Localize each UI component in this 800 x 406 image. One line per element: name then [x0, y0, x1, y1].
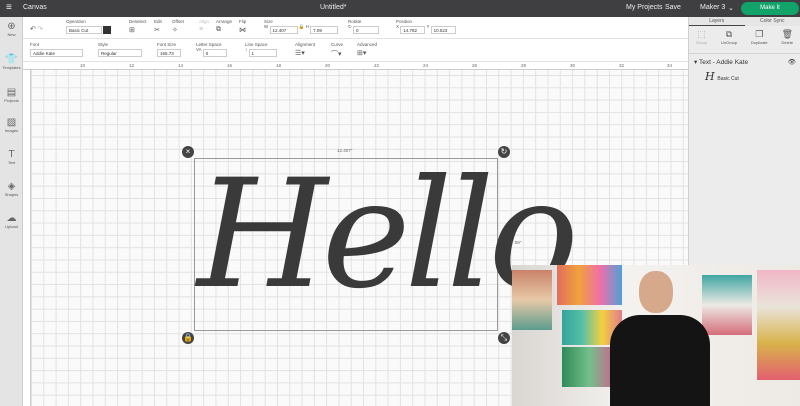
rotate-icon: ↻ [348, 24, 352, 29]
alignment-button[interactable]: ☰▾ [295, 49, 305, 57]
text-toolbar: Font Addie Kate Style Regular Font Size 165… [23, 40, 688, 62]
trash-icon: 🗑 [781, 29, 793, 39]
layer-group[interactable]: ▾ Text - Addie Kate 👁 [689, 54, 800, 70]
rotate-label: Rotate [348, 19, 362, 24]
vertical-ruler [23, 70, 31, 406]
align-label: Align [199, 19, 210, 24]
height-dimension: 7.09" [511, 240, 522, 245]
shapes-icon: ◈ [7, 181, 16, 192]
x-label: X [396, 24, 400, 29]
my-projects-link[interactable]: My Projects [626, 4, 663, 11]
image-icon: ▨ [6, 117, 17, 128]
w-label: W [264, 24, 269, 29]
hello-text-object[interactable]: Hello [197, 140, 579, 330]
align-button[interactable]: ≡ [199, 26, 203, 33]
duplicate-icon: ❐ [755, 29, 764, 39]
sidebar-item-upload[interactable]: ☁ Upload [0, 213, 23, 229]
edit-toolbar: ↶ ↷ Operation Basic Cut Deselect ⊞ Edit ✂ O… [23, 17, 688, 39]
deselect-button[interactable]: ⊞ [129, 26, 135, 34]
edit-button[interactable]: ✂ [154, 26, 160, 34]
eye-icon[interactable]: 👁 [788, 58, 796, 66]
line-space-label: Line Space [245, 42, 268, 47]
font-size-label: Font Size [157, 42, 177, 47]
font-label: Font [30, 42, 40, 47]
save-button[interactable]: Save [665, 4, 681, 11]
font-select[interactable]: Addie Kate [30, 49, 83, 57]
edit-label: Edit [154, 19, 162, 24]
top-bar: ≡ Canvas Untitled* My Projects Save Make… [0, 0, 800, 17]
width-input[interactable]: 12.407 [269, 26, 298, 34]
deselect-label: Deselect [129, 19, 147, 24]
width-dimension: 12.407" [337, 148, 353, 153]
style-select[interactable]: Regular [98, 49, 142, 57]
document-title[interactable]: Untitled* [320, 4, 346, 11]
curve-label: Curve [331, 42, 344, 47]
arrange-button[interactable]: ⧉ [216, 26, 221, 34]
font-size-input[interactable]: 165.73 [157, 49, 181, 57]
y-label: Y [426, 24, 430, 29]
upload-icon: ☁ [6, 213, 17, 224]
advanced-label: Advanced [357, 42, 378, 47]
rotate-input[interactable]: 0 [353, 26, 380, 34]
style-label: Style [98, 42, 109, 47]
resize-handle-icon[interactable]: ⤡ [498, 332, 510, 344]
layer-item-label: Basic Cut [717, 76, 739, 82]
letter-space-icon: VA [196, 47, 202, 52]
webcam-overlay [512, 265, 800, 406]
sidebar-item-images[interactable]: ▨ Images [0, 117, 23, 133]
undo-icon[interactable]: ↶ [30, 25, 36, 33]
sidebar-item-templates[interactable]: 👕 Templates [0, 54, 23, 70]
redo-icon[interactable]: ↷ [37, 25, 43, 33]
make-it-button[interactable]: Make It [741, 2, 799, 15]
group-button[interactable]: ⬚ Group [696, 29, 707, 50]
shirt-icon: 👕 [5, 54, 18, 65]
app-title: Canvas [23, 4, 47, 11]
tab-color-sync[interactable]: Color Sync [745, 17, 800, 26]
x-input[interactable]: 14.782 [400, 26, 426, 34]
sidebar-item-new[interactable]: ⊕ New [0, 21, 23, 37]
plus-icon: ⊕ [7, 21, 16, 32]
group-icon: ⬚ [697, 29, 706, 39]
height-input[interactable]: 7.09 [310, 26, 339, 34]
letter-space-label: Letter Space [196, 42, 222, 47]
line-space-icon: ↕ [245, 47, 248, 52]
duplicate-button[interactable]: ❐ Duplicate [751, 29, 768, 50]
operation-select[interactable]: Basic Cut [66, 26, 102, 34]
layer-thumbnail: H [705, 70, 715, 83]
machine-select[interactable]: Maker 3 [700, 4, 725, 11]
chevron-down-icon[interactable]: ⌄ [728, 4, 734, 12]
ungroup-button[interactable]: ⧉ UnGroup [721, 29, 737, 50]
letter-space-input[interactable]: 0 [202, 49, 227, 57]
color-swatch[interactable] [103, 26, 112, 34]
sidebar-item-shapes[interactable]: ◈ Shapes [0, 181, 23, 197]
delete-handle-icon[interactable]: × [182, 146, 194, 158]
tab-layers[interactable]: Layers [689, 17, 745, 26]
sidebar-item-text[interactable]: T Text [0, 149, 23, 165]
left-sidebar: ⊕ New 👕 Templates ▤ Projects ▨ Images T Text … [0, 17, 23, 406]
text-icon: T [8, 149, 15, 160]
ungroup-icon: ⧉ [725, 29, 733, 39]
rotate-handle-icon[interactable]: ↻ [498, 146, 510, 158]
projects-icon: ▤ [6, 87, 17, 98]
advanced-button[interactable]: ⊞▾ [357, 49, 366, 57]
operation-label: Operation [66, 19, 86, 24]
offset-button[interactable]: ✧ [172, 26, 178, 34]
delete-button[interactable]: 🗑 Delete [782, 29, 794, 50]
menu-icon[interactable]: ≡ [6, 2, 12, 13]
flip-button[interactable]: ⋈ [239, 26, 246, 34]
sidebar-item-projects[interactable]: ▤ Projects [0, 87, 23, 103]
h-label: H [305, 24, 309, 29]
line-space-input[interactable]: 1 [248, 49, 277, 57]
horizontal-ruler: 10 12 14 16 18 20 22 24 26 28 30 32 34 [23, 62, 688, 70]
layer-item[interactable]: H Basic Cut [689, 70, 800, 86]
flip-label: Flip [239, 19, 247, 24]
offset-label: Offset [172, 19, 184, 24]
lock-icon[interactable]: 🔒 [299, 24, 305, 29]
layer-group-name: Text - Addie Kate [698, 59, 749, 66]
arrange-label: Arrange [216, 19, 233, 24]
alignment-label: Alignment [295, 42, 316, 47]
y-input[interactable]: 10.523 [430, 26, 456, 34]
lock-handle-icon[interactable]: 🔒 [182, 332, 194, 344]
curve-button[interactable]: ⌒▾ [331, 49, 342, 59]
